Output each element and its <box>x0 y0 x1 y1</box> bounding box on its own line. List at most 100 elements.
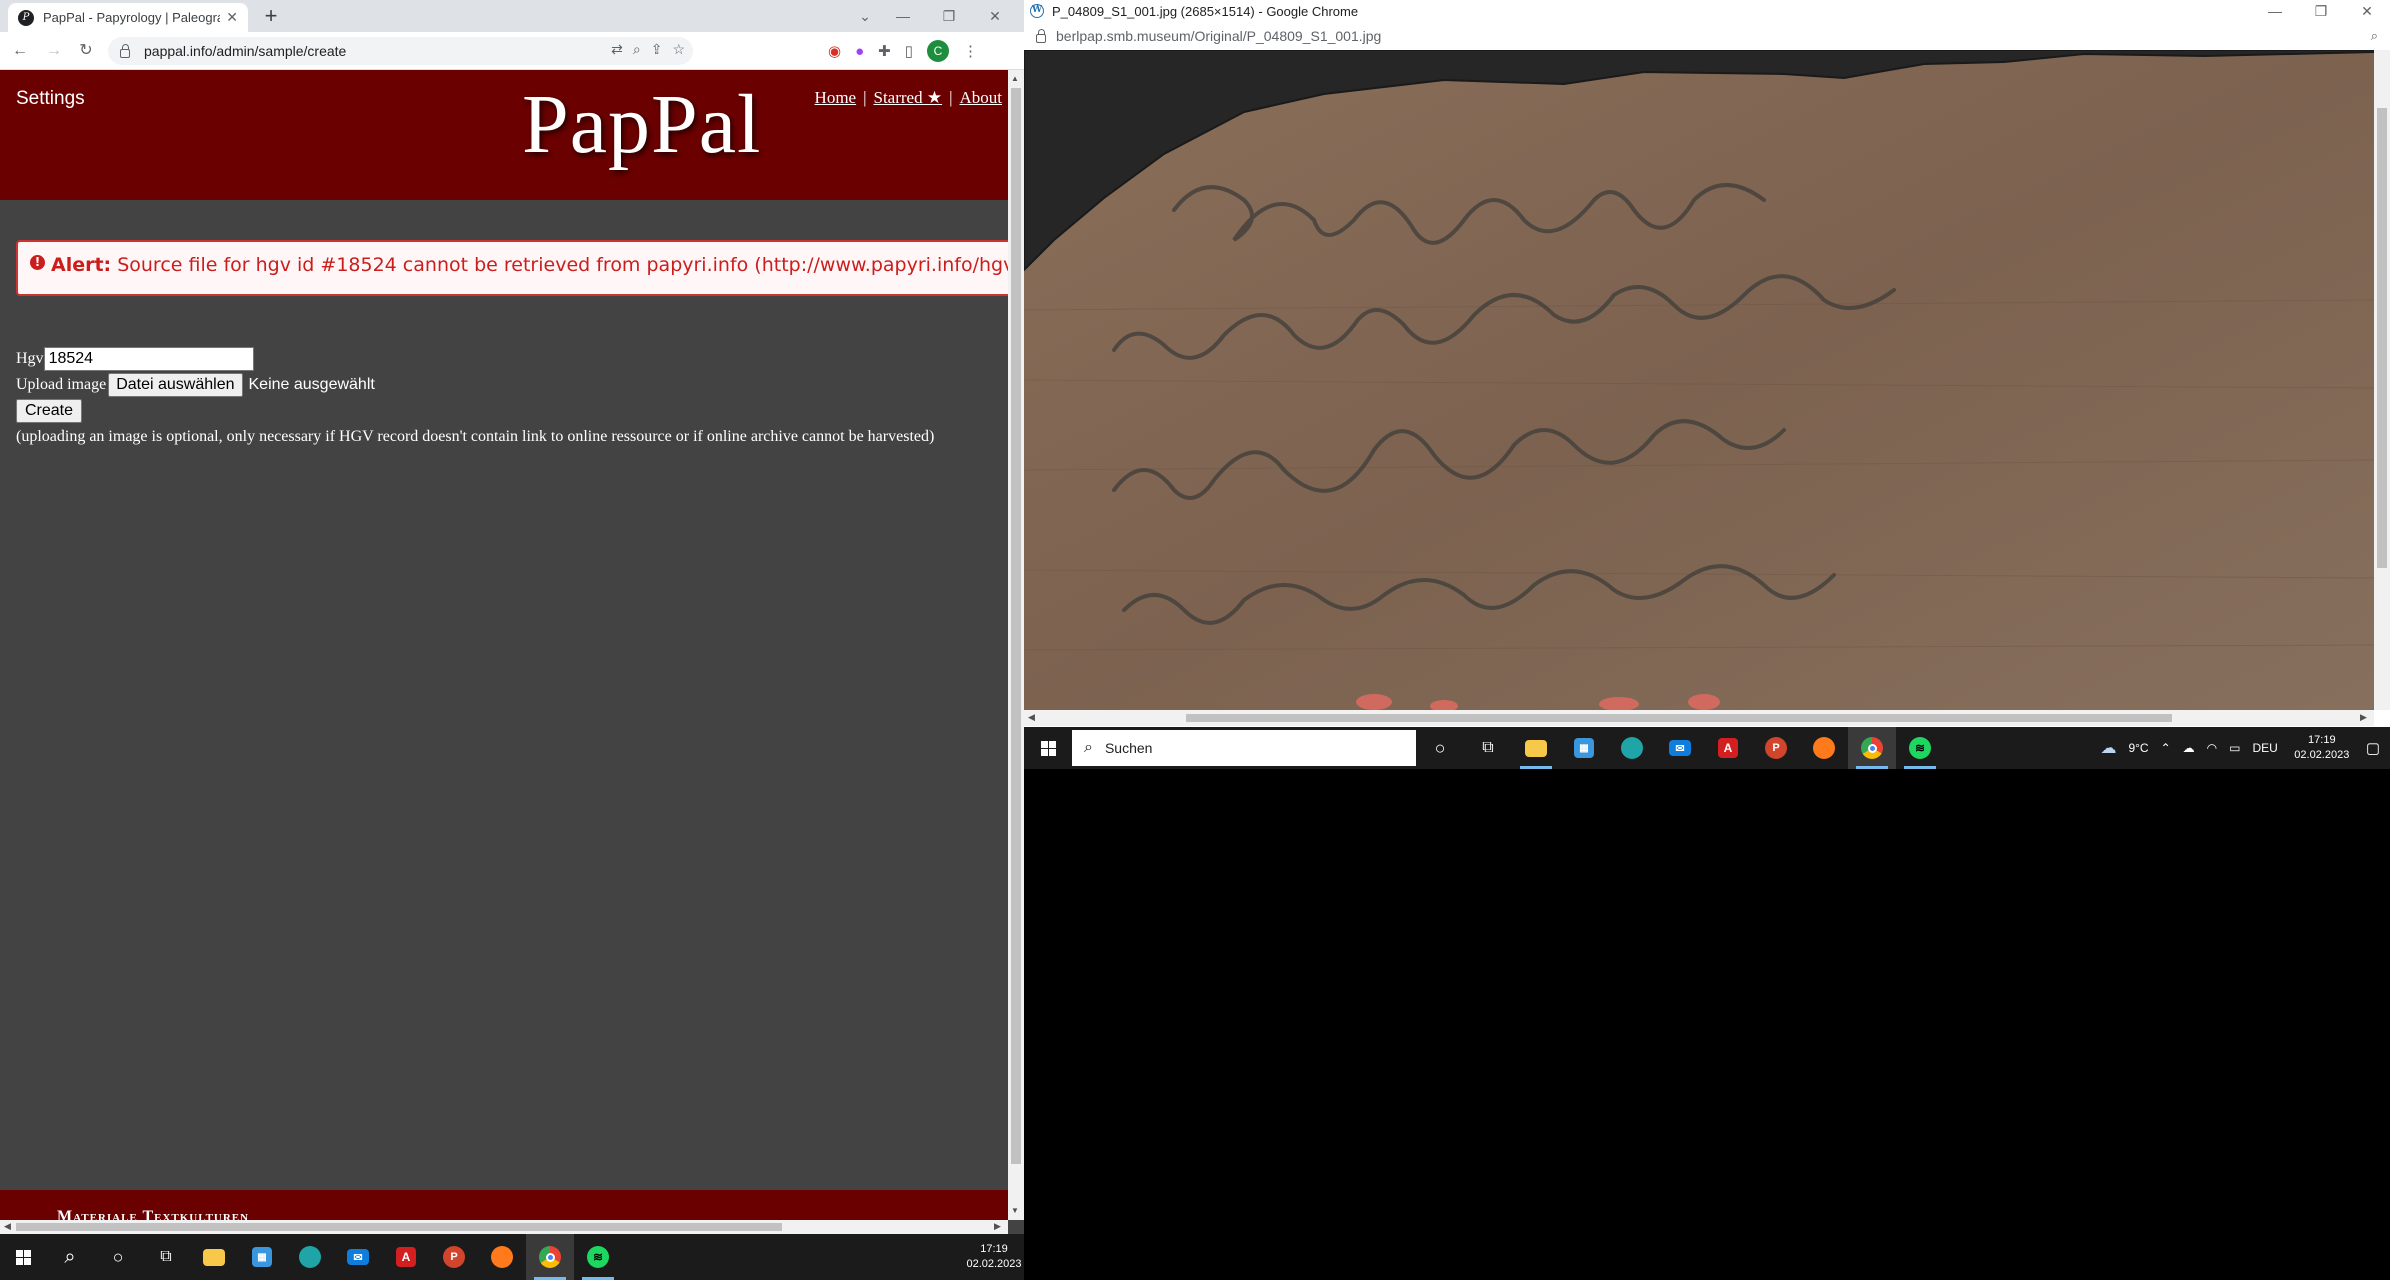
scrollbar-thumb[interactable] <box>2377 108 2387 568</box>
edge-icon[interactable] <box>286 1234 334 1280</box>
minimize-icon[interactable]: — <box>2252 3 2298 19</box>
popup-horizontal-scrollbar[interactable]: ◀ ▶ <box>1024 710 2374 726</box>
mail-icon[interactable]: ✉ <box>334 1234 382 1280</box>
task-view-icon[interactable]: ⧉ <box>142 1234 190 1280</box>
edge-icon[interactable] <box>1608 727 1656 769</box>
microsoft-store-icon[interactable]: ▦ <box>1560 727 1608 769</box>
bookmark-star-icon[interactable]: ☆ <box>672 41 685 58</box>
papyrus-image[interactable] <box>1024 50 2374 710</box>
system-tray: ☁ 9°C ⌃ ☁ ◠ ▭ DEU 17:19 02.02.2023 ▢ <box>2100 733 2390 763</box>
close-window-icon[interactable]: ✕ <box>2344 3 2390 20</box>
weather-temperature[interactable]: 9°C <box>2128 741 2148 755</box>
wifi-icon[interactable]: ◠ <box>2207 741 2217 755</box>
browser-window-image-viewer: W P_04809_S1_001.jpg (2685×1514) - Googl… <box>1024 0 2390 727</box>
extension-red-icon[interactable]: ◉ <box>828 42 841 60</box>
powerpoint-icon[interactable]: P <box>1752 727 1800 769</box>
address-bar[interactable]: pappal.info/admin/sample/create ⇄ ⌕ ⇪ ☆ <box>108 37 693 65</box>
menu-dots-icon[interactable]: ⋮ <box>963 42 978 60</box>
tray-chevron-up-icon[interactable]: ⌃ <box>2161 741 2171 755</box>
taskbar-search-box[interactable]: ⌕ Suchen <box>1072 730 1416 766</box>
nav-starred-link[interactable]: Starred ★ <box>874 88 943 107</box>
zoom-icon[interactable]: ⌕ <box>2371 28 2378 44</box>
share-icon[interactable]: ⇪ <box>651 41 663 58</box>
scroll-left-arrow-icon[interactable]: ◀ <box>4 1221 11 1232</box>
horizontal-scrollbar[interactable]: ◀ ▶ <box>0 1220 1008 1234</box>
popup-vertical-scrollbar[interactable] <box>2374 50 2390 710</box>
new-tab-icon[interactable]: + <box>258 3 284 29</box>
translate-icon[interactable]: ⇄ <box>611 41 623 58</box>
scrollbar-thumb[interactable] <box>16 1223 782 1231</box>
file-explorer-icon[interactable] <box>1512 727 1560 769</box>
cortana-icon[interactable]: ○ <box>1416 727 1464 769</box>
extensions-puzzle-icon[interactable]: ✚ <box>878 42 891 60</box>
tab-strip: P PapPal - Papyrology | Paleograph ✕ + ⌄… <box>0 0 1024 32</box>
restore-icon[interactable]: ❐ <box>2298 3 2344 20</box>
chrome-icon[interactable] <box>1848 727 1896 769</box>
upload-note: (uploading an image is optional, only ne… <box>16 428 935 445</box>
scrollbar-thumb[interactable] <box>1011 88 1021 1164</box>
cortana-icon[interactable]: ○ <box>94 1234 142 1280</box>
settings-link[interactable]: Settings <box>16 88 85 110</box>
tab-search-icon[interactable]: ⌄ <box>850 8 880 25</box>
file-explorer-icon[interactable] <box>190 1234 238 1280</box>
tab-close-icon[interactable]: ✕ <box>226 9 238 26</box>
window-controls: ⌄ — ❐ ✕ <box>850 0 1018 32</box>
close-window-icon[interactable]: ✕ <box>972 8 1018 25</box>
mail-icon[interactable]: ✉ <box>1656 727 1704 769</box>
taskbar-secondary: ⌕ Suchen ○ ⧉ ▦ ✉ A P ≋ ☁ 9°C ⌃ ☁ ◠ ▭ DEU… <box>1024 727 2390 769</box>
popup-window-controls: — ❐ ✕ <box>2252 0 2390 22</box>
windows-start-icon[interactable] <box>0 1234 46 1280</box>
windows-start-icon[interactable] <box>1024 727 1072 769</box>
search-icon[interactable]: ⌕ <box>46 1234 94 1280</box>
hgv-label: Hgv <box>16 350 44 367</box>
spotify-icon[interactable]: ≋ <box>1896 727 1944 769</box>
scroll-right-arrow-icon[interactable]: ▶ <box>994 1221 1001 1232</box>
alert-box: ! Alert: Source file for hgv id #18524 ca… <box>16 240 1008 296</box>
side-panel-icon[interactable]: ▯ <box>905 42 913 60</box>
scroll-right-arrow-icon[interactable]: ▶ <box>2360 712 2367 723</box>
task-view-icon[interactable]: ⧉ <box>1464 727 1512 769</box>
scroll-left-arrow-icon[interactable]: ◀ <box>1028 712 1035 723</box>
browser-window-pappal: P PapPal - Papyrology | Paleograph ✕ + ⌄… <box>0 0 1024 1234</box>
acrobat-icon[interactable]: A <box>1704 727 1752 769</box>
system-clock[interactable]: 17:19 02.02.2023 <box>964 1242 1024 1272</box>
weather-cloud-icon[interactable]: ☁ <box>2100 738 2116 758</box>
nav-home-link[interactable]: Home <box>815 88 857 107</box>
spotify-icon[interactable]: ≋ <box>574 1234 622 1280</box>
wordpress-favicon-icon: W <box>1030 4 1044 18</box>
system-clock[interactable]: 17:19 02.02.2023 <box>2290 733 2354 763</box>
extension-purple-icon[interactable]: ● <box>855 43 864 60</box>
upload-image-label: Upload image <box>16 376 107 393</box>
choose-file-button[interactable]: Datei auswählen <box>108 373 243 397</box>
create-button[interactable]: Create <box>16 399 83 423</box>
powerpoint-icon[interactable]: P <box>430 1234 478 1280</box>
tab-pappal[interactable]: P PapPal - Papyrology | Paleograph ✕ <box>8 3 248 32</box>
scroll-down-arrow-icon[interactable]: ▼ <box>1011 1206 1019 1215</box>
scrollbar-thumb[interactable] <box>1186 714 2172 722</box>
firefox-icon[interactable] <box>1800 727 1848 769</box>
search-icon: ⌕ <box>1084 739 1093 756</box>
onedrive-icon[interactable]: ☁ <box>2183 741 2195 755</box>
scroll-up-arrow-icon[interactable]: ▲ <box>1011 74 1019 83</box>
create-sample-form: Hgv Upload image Datei auswählen Keine a… <box>16 346 934 450</box>
profile-avatar[interactable]: C <box>927 40 949 62</box>
input-language[interactable]: DEU <box>2252 741 2277 755</box>
zoom-icon[interactable]: ⌕ <box>633 41 641 58</box>
hgv-input[interactable] <box>43 347 254 371</box>
back-arrow-icon[interactable]: ← <box>8 39 32 63</box>
microsoft-store-icon[interactable]: ▦ <box>238 1234 286 1280</box>
vertical-scrollbar[interactable]: ▲ ▼ <box>1008 70 1024 1220</box>
acrobat-icon[interactable]: A <box>382 1234 430 1280</box>
reload-icon[interactable]: ↻ <box>74 39 98 63</box>
desktop: P PapPal - Papyrology | Paleograph ✕ + ⌄… <box>0 0 2390 1280</box>
browser-toolbar: ← → ↻ pappal.info/admin/sample/create ⇄ … <box>0 32 1024 70</box>
firefox-icon[interactable] <box>478 1234 526 1280</box>
chrome-icon[interactable] <box>526 1234 574 1280</box>
nav-about-link[interactable]: About <box>960 88 1003 107</box>
notification-center-icon[interactable]: ▢ <box>2366 739 2380 757</box>
forward-arrow-icon[interactable]: → <box>42 39 66 63</box>
restore-icon[interactable]: ❐ <box>926 8 972 25</box>
minimize-icon[interactable]: — <box>880 8 926 24</box>
popup-address-bar[interactable]: berlpap.smb.museum/Original/P_04809_S1_0… <box>1024 22 2390 50</box>
battery-icon[interactable]: ▭ <box>2229 741 2240 755</box>
